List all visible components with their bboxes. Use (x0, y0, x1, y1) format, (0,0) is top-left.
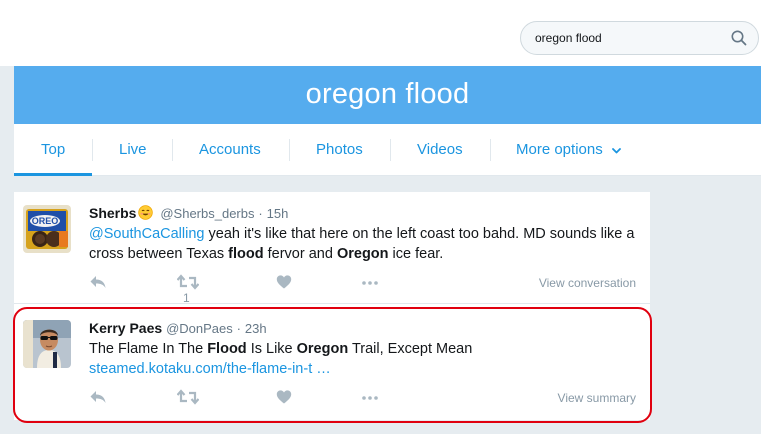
tab-accounts[interactable]: Accounts (199, 124, 261, 176)
tab-top[interactable]: Top (41, 124, 65, 176)
active-tab-indicator (14, 173, 92, 176)
tweet-text-part: fervor and (263, 246, 337, 262)
avatar[interactable]: OREO (23, 205, 71, 253)
tab-live-label: Live (119, 141, 147, 158)
tweet-text-part: The Flame In The (89, 341, 208, 357)
tweet-author-name[interactable]: Kerry Paes (89, 320, 162, 336)
separator-dot: · (236, 321, 241, 336)
reply-icon[interactable] (89, 389, 107, 409)
tweet-header: Sherbs @Sherbs_derbs · 15h (89, 205, 288, 223)
view-summary-link[interactable]: View summary (558, 391, 636, 405)
tweet-text: @SouthCaCalling yeah it's like that here… (89, 224, 644, 264)
svg-text:OREO: OREO (32, 216, 59, 226)
tweet-text-part: Trail, Except Mean (348, 341, 473, 357)
tweet-text-part: Is Like (246, 341, 297, 357)
smiling-face-emoji (138, 205, 154, 223)
heart-icon[interactable] (276, 389, 292, 409)
avatar[interactable] (23, 320, 71, 368)
tab-accounts-label: Accounts (199, 141, 261, 158)
more-dots-icon[interactable] (361, 274, 379, 294)
tweet-text-part: ice fear. (388, 246, 444, 262)
tweet-stream: OREO Sherbs @Sherbs_derbs · 15h @SouthCa… (14, 192, 650, 420)
page-title: oregon flood (305, 78, 470, 110)
tab-more-options[interactable]: More options (516, 124, 621, 176)
top-bar (0, 0, 761, 66)
search-input[interactable] (535, 22, 725, 54)
tweet[interactable]: Kerry Paes @DonPaes · 23h The Flame In T… (14, 305, 650, 420)
highlighted-term: flood (228, 246, 264, 262)
mention-link[interactable]: @SouthCaCalling (89, 226, 204, 242)
tweet-timestamp[interactable]: 23h (245, 321, 267, 336)
tweet-author-handle[interactable]: @DonPaes (166, 321, 233, 336)
tweet-author-name[interactable]: Sherbs (89, 205, 136, 221)
heart-icon[interactable] (276, 274, 292, 294)
highlighted-term: Flood (207, 341, 247, 357)
separator-dot: · (258, 206, 263, 221)
tweet[interactable]: OREO Sherbs @Sherbs_derbs · 15h @SouthCa… (14, 192, 650, 305)
more-dots-icon[interactable] (361, 389, 379, 409)
tab-divider (92, 139, 93, 161)
chevron-down-icon (611, 124, 621, 176)
tab-more-options-label: More options (516, 141, 603, 158)
tab-videos[interactable]: Videos (417, 124, 463, 176)
tab-divider (390, 139, 391, 161)
tab-photos-label: Photos (316, 141, 363, 158)
retweet-icon[interactable] (176, 389, 200, 409)
retweet-icon (176, 274, 200, 290)
tab-live[interactable]: Live (119, 124, 147, 176)
tweet-header: Kerry Paes @DonPaes · 23h (89, 320, 267, 336)
search-tabs: Top Live Accounts Photos Videos More opt… (14, 124, 761, 176)
search-icon[interactable] (730, 29, 748, 47)
reply-icon[interactable] (89, 274, 107, 294)
tab-videos-label: Videos (417, 141, 463, 158)
tab-photos[interactable]: Photos (316, 124, 363, 176)
tab-divider (172, 139, 173, 161)
search-banner: oregon flood (14, 66, 761, 124)
highlighted-term: Oregon (336, 246, 389, 262)
retweet-button[interactable]: 1 (176, 274, 200, 305)
tab-divider (490, 139, 491, 161)
tab-divider (289, 139, 290, 161)
tweet-author-handle[interactable]: @Sherbs_derbs (160, 206, 254, 221)
retweet-count: 1 (183, 290, 190, 305)
highlighted-term: Oregon (296, 341, 349, 357)
tab-top-label: Top (41, 141, 66, 158)
tweet-timestamp[interactable]: 15h (267, 206, 289, 221)
tweet-text: The Flame In The Flood Is Like Oregon Tr… (89, 339, 644, 379)
view-conversation-link[interactable]: View conversation (539, 276, 636, 290)
tweet-url-link[interactable]: steamed.kotaku.com/the-flame-in-t … (89, 361, 331, 377)
search-box[interactable] (520, 21, 759, 55)
